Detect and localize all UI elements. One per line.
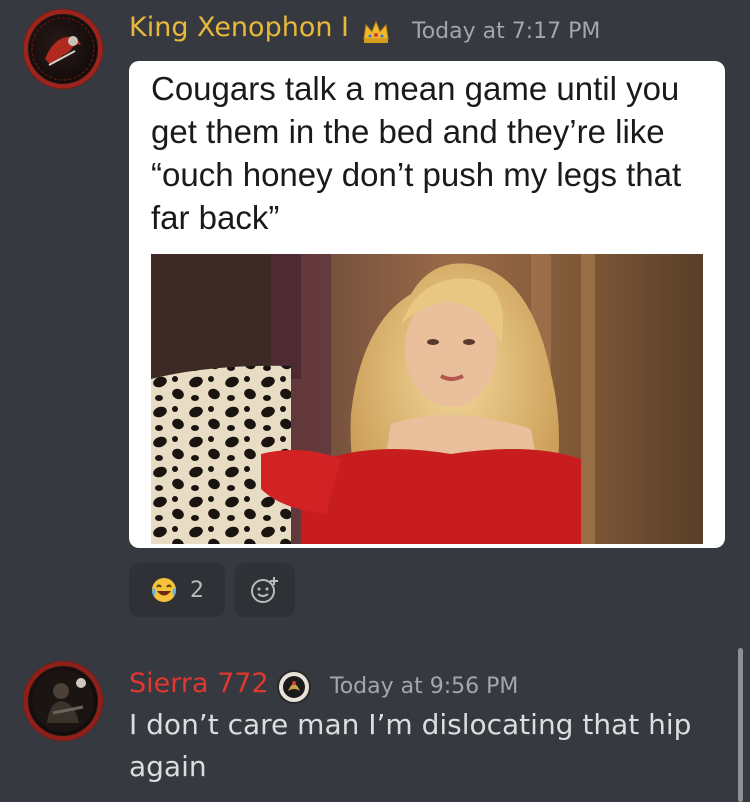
message-text: I don’t care man I’m dislocating that hi…: [129, 708, 692, 783]
crown-icon: [362, 19, 390, 45]
meme-caption: Cougars talk a mean game until you get t…: [151, 70, 682, 236]
reaction-count: 2: [190, 577, 204, 603]
username[interactable]: King Xenophon I: [129, 12, 349, 43]
avatar-art-icon: [24, 662, 102, 740]
scrollbar-thumb[interactable]: [738, 648, 743, 802]
meme-image-attachment[interactable]: Cougars talk a mean game until you get t…: [129, 61, 725, 548]
reaction-joy[interactable]: 2: [129, 563, 225, 617]
message-timestamp[interactable]: Today at 9:56 PM: [330, 674, 518, 699]
avatar-art-icon: [24, 10, 102, 88]
message-king-xenophon: King Xenophon I Today at 7:17 PM Cougars…: [0, 0, 750, 630]
joy-emoji-icon: [150, 576, 178, 604]
add-reaction-button[interactable]: [235, 563, 295, 617]
username[interactable]: Sierra 772: [129, 668, 269, 699]
emblem-badge-icon: [276, 669, 312, 705]
message-sierra-772: Sierra 772 Today at 9:56 PM I don’t care…: [0, 640, 750, 802]
add-reaction-icon: [250, 575, 280, 605]
meme-photo: [151, 254, 703, 544]
user-avatar[interactable]: [23, 661, 103, 741]
message-timestamp[interactable]: Today at 7:17 PM: [412, 19, 600, 44]
user-avatar[interactable]: [23, 9, 103, 89]
